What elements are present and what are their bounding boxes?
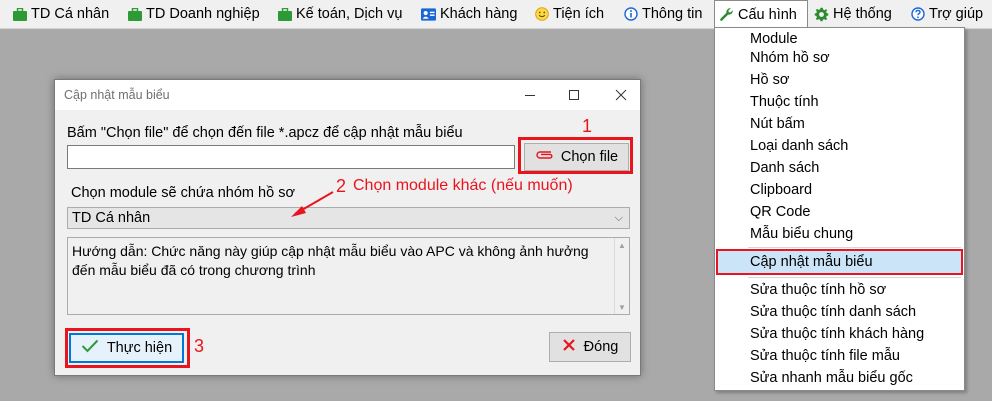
guide-scrollbar[interactable]: ▲ ▼ [614,238,629,314]
menu-item-sua-thuoc-tinh-khach-hang[interactable]: Sửa thuộc tính khách hàng [750,323,924,345]
module-selected-value: TD Cá nhân [72,210,151,226]
menu-item-sua-nhanh-mau-bieu-goc[interactable]: Sửa nhanh mẫu biểu gốc [750,367,913,389]
help-icon [910,7,925,22]
menu-item-sua-thuoc-tinh-ho-so[interactable]: Sửa thuộc tính hồ sơ [750,279,886,301]
menu-label: Tiện ích [553,6,605,22]
guide-textbox[interactable]: Hướng dẫn: Chức năng này giúp cập nhật m… [67,237,630,315]
chevron-down-icon: ⌵ [614,212,623,224]
menu-item-cap-nhat-mau-bieu[interactable]: Cập nhật mẫu biểu [750,251,873,273]
menu-label: Thông tin [642,6,703,22]
briefcase-icon [277,7,292,22]
contact-card-icon [421,7,436,22]
step3-highlight-box [65,328,190,368]
menu-label: Khách hàng [440,6,518,22]
menu-item-loai-danh-sach[interactable]: Loại danh sách [750,135,848,157]
menu-td-ca-nhan[interactable]: TD Cá nhân [8,0,113,28]
close-x-icon [562,338,576,356]
step1-highlight-box [518,137,633,174]
close-button[interactable]: Đóng [549,332,631,362]
file-instruction-label: Bấm "Chọn file" để chọn đến file *.apcz … [67,125,463,141]
menu-item-ho-so[interactable]: Hồ sơ [750,69,789,91]
wrench-icon [719,7,734,22]
step2-number: 2 [336,176,347,196]
menu-item-nhom-ho-so[interactable]: Nhóm hồ sơ [750,47,830,69]
file-path-input[interactable] [67,145,515,169]
menu-item-clipboard[interactable]: Clipboard [750,179,812,201]
menu-item-mau-bieu-chung[interactable]: Mẫu biểu chung [750,223,853,245]
step2-note: Chọn module khác (nếu muốn) [353,177,573,194]
close-label: Đóng [583,339,619,355]
menu-khach-hang[interactable]: Khách hàng [417,0,521,28]
info-icon [623,7,638,22]
dialog-titlebar[interactable]: Cập nhật mẫu biểu [55,80,640,110]
module-select[interactable]: TD Cá nhân ⌵ [67,207,630,229]
menu-item-danh-sach[interactable]: Danh sách [750,157,819,179]
menu-ke-toan-dich-vu[interactable]: Kế toán, Dịch vụ [273,0,406,28]
menu-item-qr-code[interactable]: QR Code [750,201,810,223]
close-icon [615,89,627,101]
close-window-button[interactable] [607,84,635,106]
menu-item-sua-thuoc-tinh-danh-sach[interactable]: Sửa thuộc tính danh sách [750,301,916,323]
menu-item-sua-thuoc-tinh-file-mau[interactable]: Sửa thuộc tính file mẫu [750,345,900,367]
menu-separator [748,277,961,278]
menu-tro-giup[interactable]: Trợ giúp [906,0,987,28]
maximize-icon [569,90,579,100]
menu-label: Hệ thống [833,6,892,22]
menu-item-thuoc-tinh[interactable]: Thuộc tính [750,91,819,113]
menu-thong-tin[interactable]: Thông tin [619,0,706,28]
dialog-title: Cập nhật mẫu biểu [64,88,170,102]
menu-tien-ich[interactable]: Tiện ích [530,0,608,28]
menu-td-doanh-nghiep[interactable]: TD Doanh nghiệp [123,0,264,28]
menu-label: TD Cá nhân [31,6,110,22]
menu-cau-hinh[interactable]: Cấu hình [714,0,808,28]
menu-he-thong[interactable]: Hệ thống [810,0,896,28]
menu-label: Kế toán, Dịch vụ [296,6,403,22]
smiley-icon [534,7,549,22]
menu-separator [748,247,961,248]
menu-label: Cấu hình [738,6,797,23]
briefcase-icon [127,7,142,22]
briefcase-icon [12,7,27,22]
menu-label: Trợ giúp [929,6,984,22]
guide-text: Hướng dẫn: Chức năng này giúp cập nhật m… [72,243,589,278]
minimize-button[interactable] [516,84,544,106]
menu-label: TD Doanh nghiệp [146,6,260,22]
menu-item-nut-bam[interactable]: Nút bấm [750,113,805,135]
module-label: Chọn module sẽ chứa nhóm hồ sơ [71,185,295,201]
cau-hinh-dropdown: Module Nhóm hồ sơ Hồ sơ Thuộc tính Nút b… [714,27,965,391]
minimize-icon [525,95,535,96]
gear-icon [814,7,829,22]
scroll-up-icon[interactable]: ▲ [615,238,629,252]
maximize-button[interactable] [560,84,588,106]
scroll-down-icon[interactable]: ▼ [615,300,629,314]
step1-number: 1 [582,116,593,136]
main-menubar: TD Cá nhân TD Doanh nghiệp Kế toán, Dịch… [0,0,992,29]
update-template-dialog: Cập nhật mẫu biểu Bấm "Chọn file" để chọ… [54,79,641,376]
step3-number: 3 [194,336,205,356]
